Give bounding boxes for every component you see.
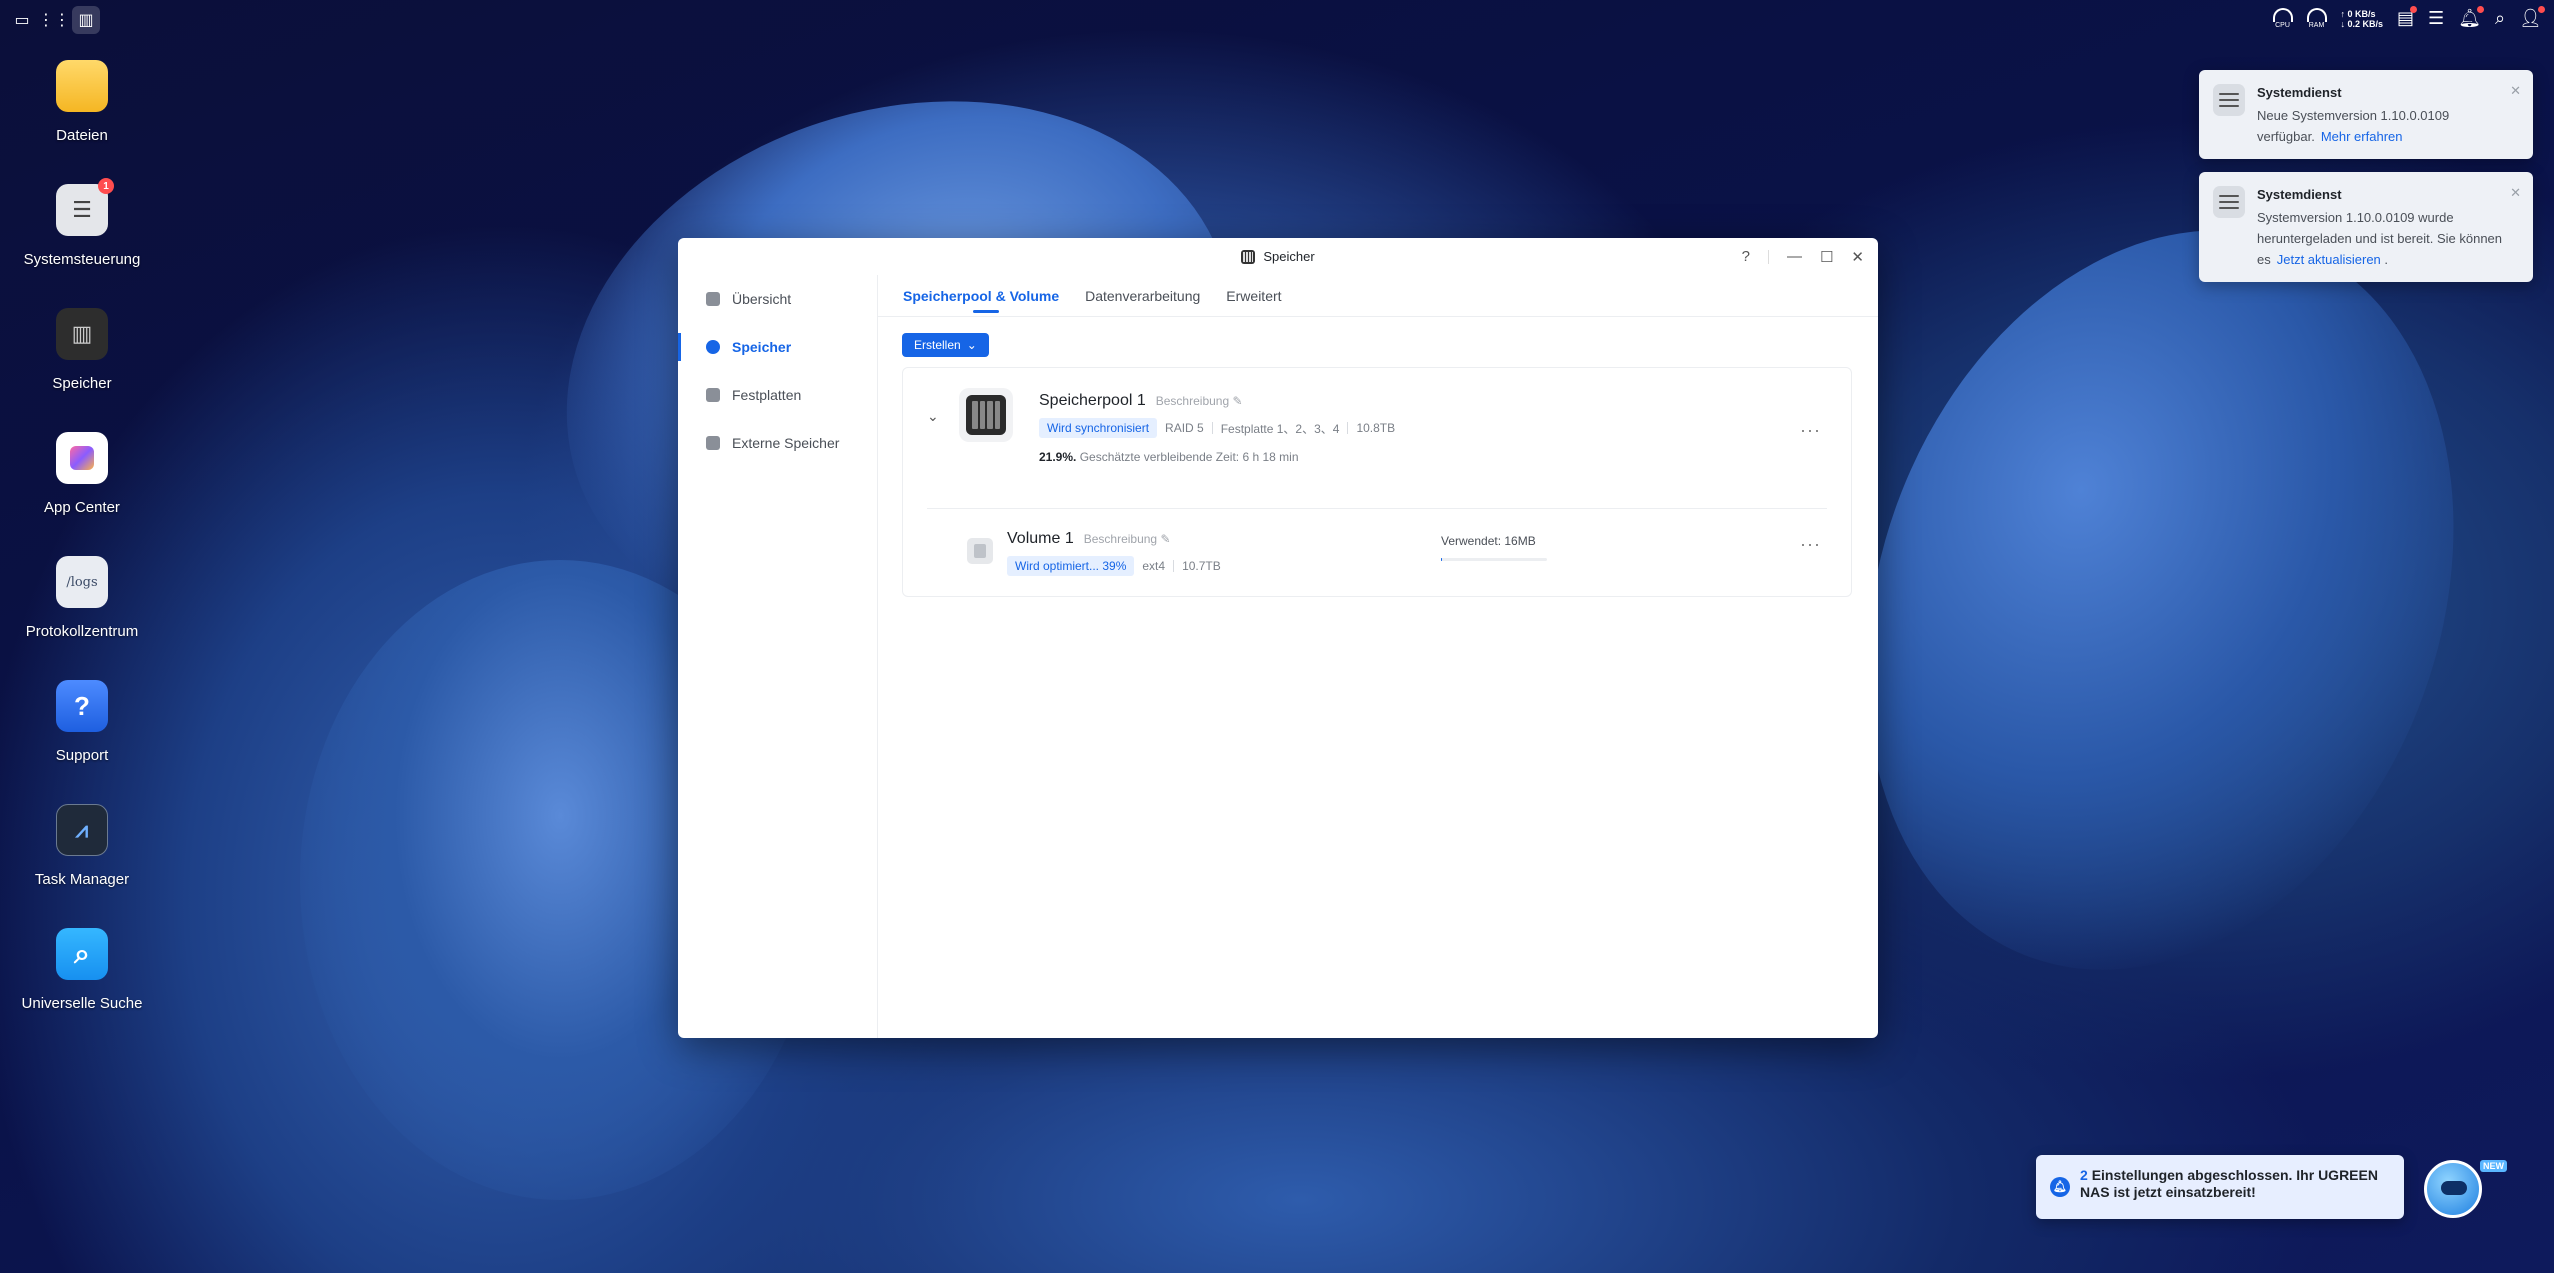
volume-more-icon[interactable]: ··· [1800,534,1821,555]
volume-name: Volume 1 [1007,530,1074,547]
window-titlebar[interactable]: Speicher ? — ☐ ✕ [678,238,1878,275]
storage-icon: ▥ [56,308,108,360]
overview-icon [706,292,720,306]
close-icon[interactable]: ✕ [2510,80,2521,101]
edit-icon: ✎ [1160,532,1171,546]
maximize-icon[interactable]: ☐ [1820,248,1833,266]
volume-status-badge: Wird optimiert... 39% [1007,556,1135,576]
tab-speicherpool-volume[interactable]: Speicherpool & Volume [903,275,1059,317]
desktop-icon-systemsteuerung[interactable]: ☰ 1 Systemsteuerung [0,178,164,308]
pool-capacity: 10.8TB [1356,421,1396,435]
notification-body: Neue Systemversion 1.10.0.0109 verfügbar… [2257,108,2450,144]
notification-badge: 1 [98,178,114,194]
notification-title: Systemdienst [2257,187,2342,202]
pool-disks: Festplatte 1、2、3、4 [1220,421,1340,436]
search-app-icon: ⌕ [56,928,108,980]
tab-bar: Speicherpool & Volume Datenverarbeitung … [878,275,1878,317]
window-title: Speicher [1263,249,1315,264]
desktop-icon-protokollzentrum[interactable]: /logs Protokollzentrum [0,556,164,680]
network-speed[interactable]: ↑ 0 KB/s ↓ 0.2 KB/s [2341,9,2384,29]
collapse-chevron-icon[interactable]: ⌄ [927,408,939,425]
sidebar-item-festplatten[interactable]: Festplatten [678,371,877,419]
learn-more-link[interactable]: Mehr erfahren [2321,129,2403,144]
assistant-robot-icon[interactable] [2424,1160,2482,1218]
desktop-icon-universelle-suche[interactable]: ⌕ Universelle Suche [0,928,164,1052]
desktop-icon-speicher[interactable]: ▥ Speicher [0,308,164,432]
app-center-icon [56,432,108,484]
sidebar-item-uebersicht[interactable]: Übersicht [678,275,877,323]
volume-icon [967,538,993,564]
pool-more-icon[interactable]: ··· [1800,420,1821,441]
pool-raid: RAID 5 [1165,421,1204,435]
pool-name: Speicherpool 1 [1039,392,1146,409]
tab-datenverarbeitung[interactable]: Datenverarbeitung [1085,275,1200,317]
volume-description[interactable]: Beschreibung ✎ [1084,532,1171,546]
storage-window: Speicher ? — ☐ ✕ Übersicht Speicher Fest… [678,238,1878,1038]
desktop-icon-task-manager[interactable]: ⩘ Task Manager [0,804,164,928]
desktop-icons: Dateien ☰ 1 Systemsteuerung ▥ Speicher Ap… [0,60,164,1052]
window-sidebar: Übersicht Speicher Festplatten Externe S… [678,275,878,1038]
external-storage-icon [706,436,720,450]
card-divider [927,508,1827,509]
notification-card[interactable]: Systemdienst Neue Systemversion 1.10.0.0… [2199,70,2533,159]
tab-erweitert[interactable]: Erweitert [1226,275,1281,317]
close-icon[interactable]: ✕ [2510,182,2521,203]
bell-icon: 🔔︎ [2050,1177,2070,1197]
control-panel-icon: ☰ 1 [56,178,114,236]
pool-status-badge: Wird synchronisiert [1039,418,1158,438]
notification-title: Systemdienst [2257,85,2342,100]
create-button[interactable]: Erstellen ⌄ [902,333,989,357]
database-icon [706,340,720,354]
desktop-icon-dateien[interactable]: Dateien [0,60,164,184]
window-main: Speicherpool & Volume Datenverarbeitung … [878,275,1878,1038]
desktop-icon-app-center[interactable]: App Center [0,432,164,556]
system-service-icon [2213,84,2245,116]
logs-icon: /logs [56,556,108,608]
edit-icon: ✎ [1232,394,1243,408]
storage-pool-icon [959,388,1013,442]
sidebar-item-externe-speicher[interactable]: Externe Speicher [678,419,877,467]
storage-app-icon [1241,249,1256,264]
task-list-icon[interactable]: ▤ [2397,6,2418,29]
notification-card[interactable]: Systemdienst Systemversion 1.10.0.0109 w… [2199,172,2533,282]
disk-icon [706,388,720,402]
pool-description[interactable]: Beschreibung ✎ [1156,394,1243,408]
ram-gauge[interactable]: RAM [2306,8,2327,29]
taskbar-storage-icon[interactable]: ▥ [72,6,100,34]
chevron-down-icon: ⌄ [966,338,977,352]
widgets-icon[interactable]: ☰ [2428,8,2444,29]
search-icon[interactable]: ⌕ [2495,8,2505,29]
notification-bell-icon[interactable]: 🔔︎ [2458,6,2485,29]
task-manager-icon: ⩘ [56,804,108,856]
wallpaper-swirl [1766,147,2554,1053]
folder-icon [56,60,108,112]
new-badge: NEW [2480,1160,2507,1172]
help-icon: ? [56,680,108,732]
close-icon[interactable]: ✕ [1851,248,1864,266]
storage-pool-card: ⌄ Speicherpool 1 Beschreibung ✎ Wird syn… [902,367,1852,597]
minimize-icon[interactable]: — [1787,248,1802,265]
volume-capacity: 10.7TB [1182,559,1221,573]
app-launcher-icon[interactable]: ⋮⋮ [38,6,70,34]
help-button[interactable]: ? [1742,248,1750,265]
volume-usage-bar [1441,558,1547,561]
volume-used: Verwendet: 16MB [1441,534,1536,548]
show-desktop-icon[interactable]: ▭ [8,6,36,34]
setup-complete-toast[interactable]: 🔔︎ 2 Einstellungen abgeschlossen. Ihr UG… [2036,1155,2404,1219]
update-now-link[interactable]: Jetzt aktualisieren [2277,252,2381,267]
sidebar-item-speicher[interactable]: Speicher [678,323,877,371]
volume-fs: ext4 [1142,559,1166,573]
system-service-icon [2213,186,2245,218]
user-icon[interactable]: 👤︎ [2519,6,2545,29]
top-bar: ▭ ⋮⋮ ▥ CPU RAM ↑ 0 KB/s ↓ 0.2 KB/s ▤ ☰ 🔔… [0,0,2554,40]
desktop-icon-support[interactable]: ? Support [0,680,164,804]
pool-progress: 21.9%. Geschätzte verbleibende Zeit: 6 h… [1039,450,1299,464]
notification-body: Systemversion 1.10.0.0109 wurde herunter… [2257,210,2503,267]
cpu-gauge[interactable]: CPU [2272,8,2293,29]
